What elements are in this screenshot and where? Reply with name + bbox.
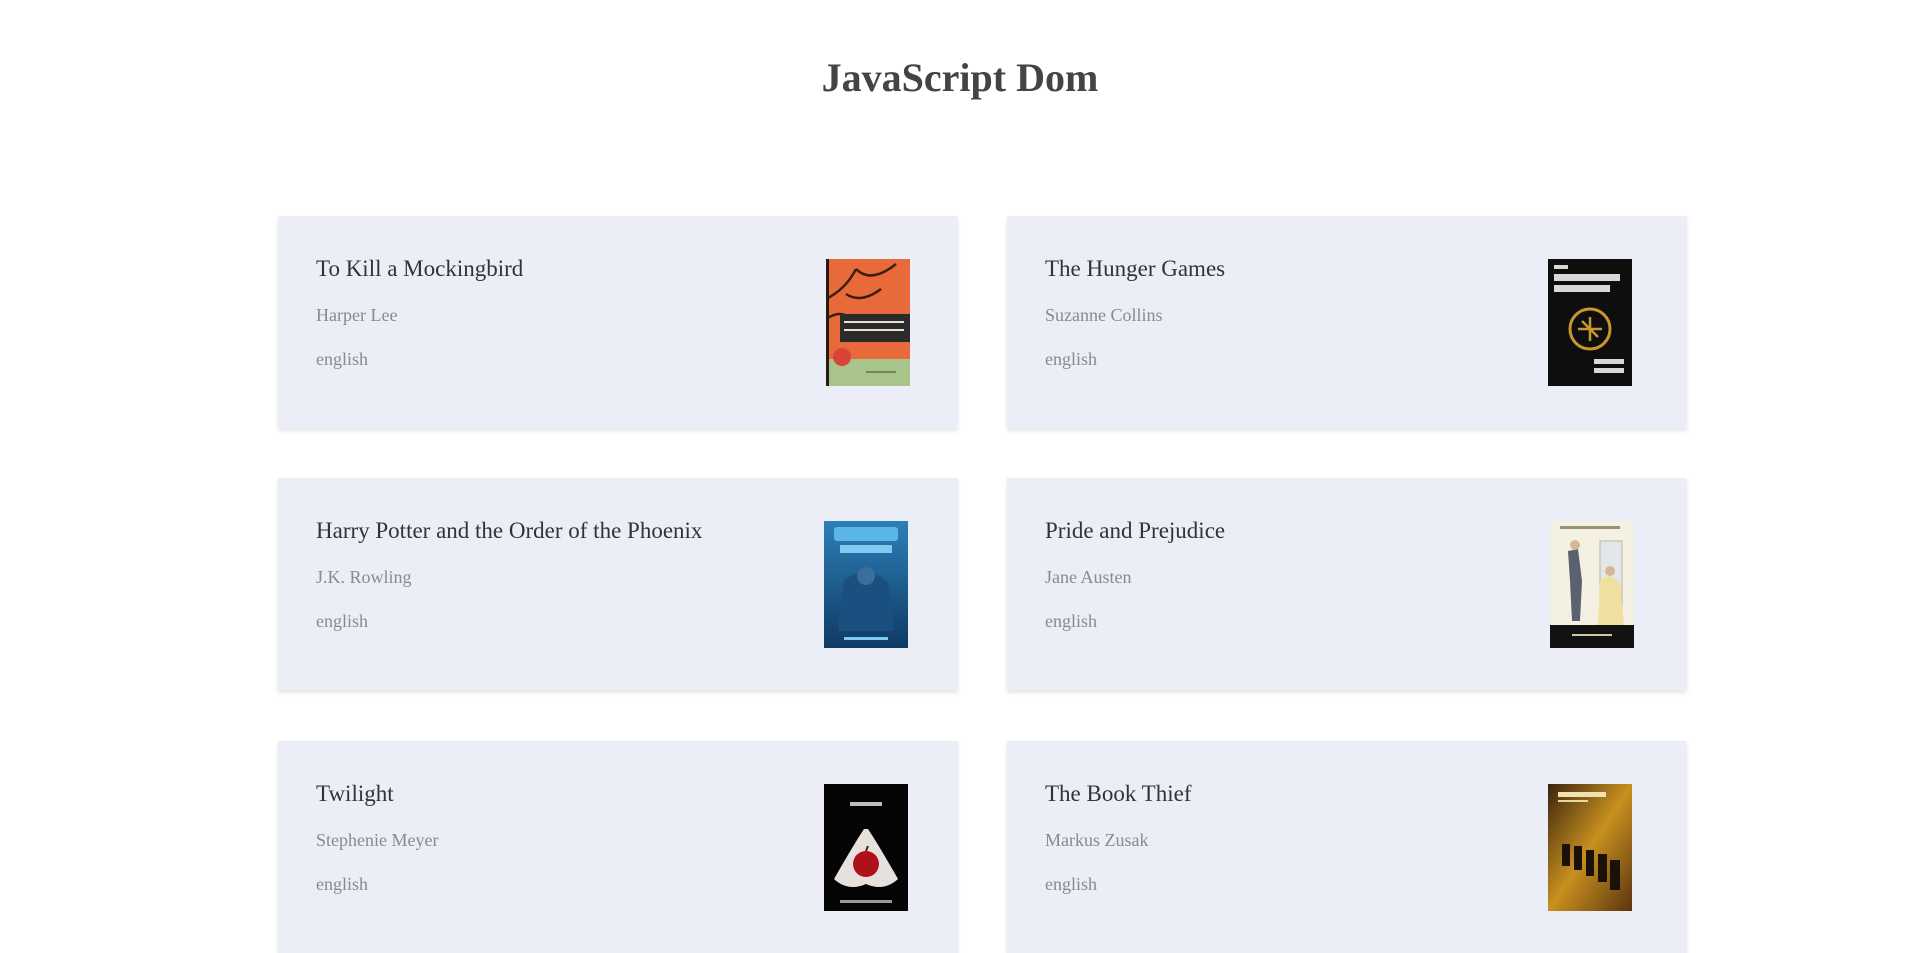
book-author: Suzanne Collins bbox=[1045, 305, 1163, 325]
hunger-games-cover-image bbox=[1548, 259, 1632, 386]
book-title: The Book Thief bbox=[1045, 781, 1192, 806]
book-title: To Kill a Mockingbird bbox=[316, 256, 524, 281]
twilight-cover-image bbox=[824, 784, 908, 911]
book-author: Jane Austen bbox=[1045, 567, 1132, 587]
book-card: To Kill a Mockingbird Harper Lee english bbox=[278, 216, 958, 428]
book-language: english bbox=[316, 611, 368, 631]
book-author: Markus Zusak bbox=[1045, 830, 1149, 850]
book-thief-cover-image bbox=[1548, 784, 1632, 911]
book-card: The Hunger Games Suzanne Collins english bbox=[1007, 216, 1687, 428]
book-language: english bbox=[1045, 349, 1097, 369]
book-card: Harry Potter and the Order of the Phoeni… bbox=[278, 478, 958, 690]
book-author: J.K. Rowling bbox=[316, 567, 412, 587]
book-title: Pride and Prejudice bbox=[1045, 518, 1226, 543]
book-author: Stephenie Meyer bbox=[316, 830, 439, 850]
page-title: JavaScript Dom bbox=[821, 55, 1099, 100]
book-card: The Book Thief Markus Zusak english bbox=[1007, 741, 1687, 953]
book-title: Harry Potter and the Order of the Phoeni… bbox=[316, 518, 703, 543]
book-card: Pride and Prejudice Jane Austen english bbox=[1007, 478, 1687, 690]
book-card: Twilight Stephenie Meyer english bbox=[278, 741, 958, 953]
book-language: english bbox=[316, 349, 368, 369]
book-language: english bbox=[316, 874, 368, 894]
book-language: english bbox=[1045, 611, 1097, 631]
book-language: english bbox=[1045, 874, 1097, 894]
book-title: The Hunger Games bbox=[1045, 256, 1226, 281]
pride-prejudice-cover-image bbox=[1550, 521, 1634, 648]
harry-potter-cover-image bbox=[824, 521, 908, 648]
book-author: Harper Lee bbox=[316, 305, 398, 325]
book-title: Twilight bbox=[316, 781, 394, 806]
mockingbird-cover-image bbox=[826, 259, 910, 386]
